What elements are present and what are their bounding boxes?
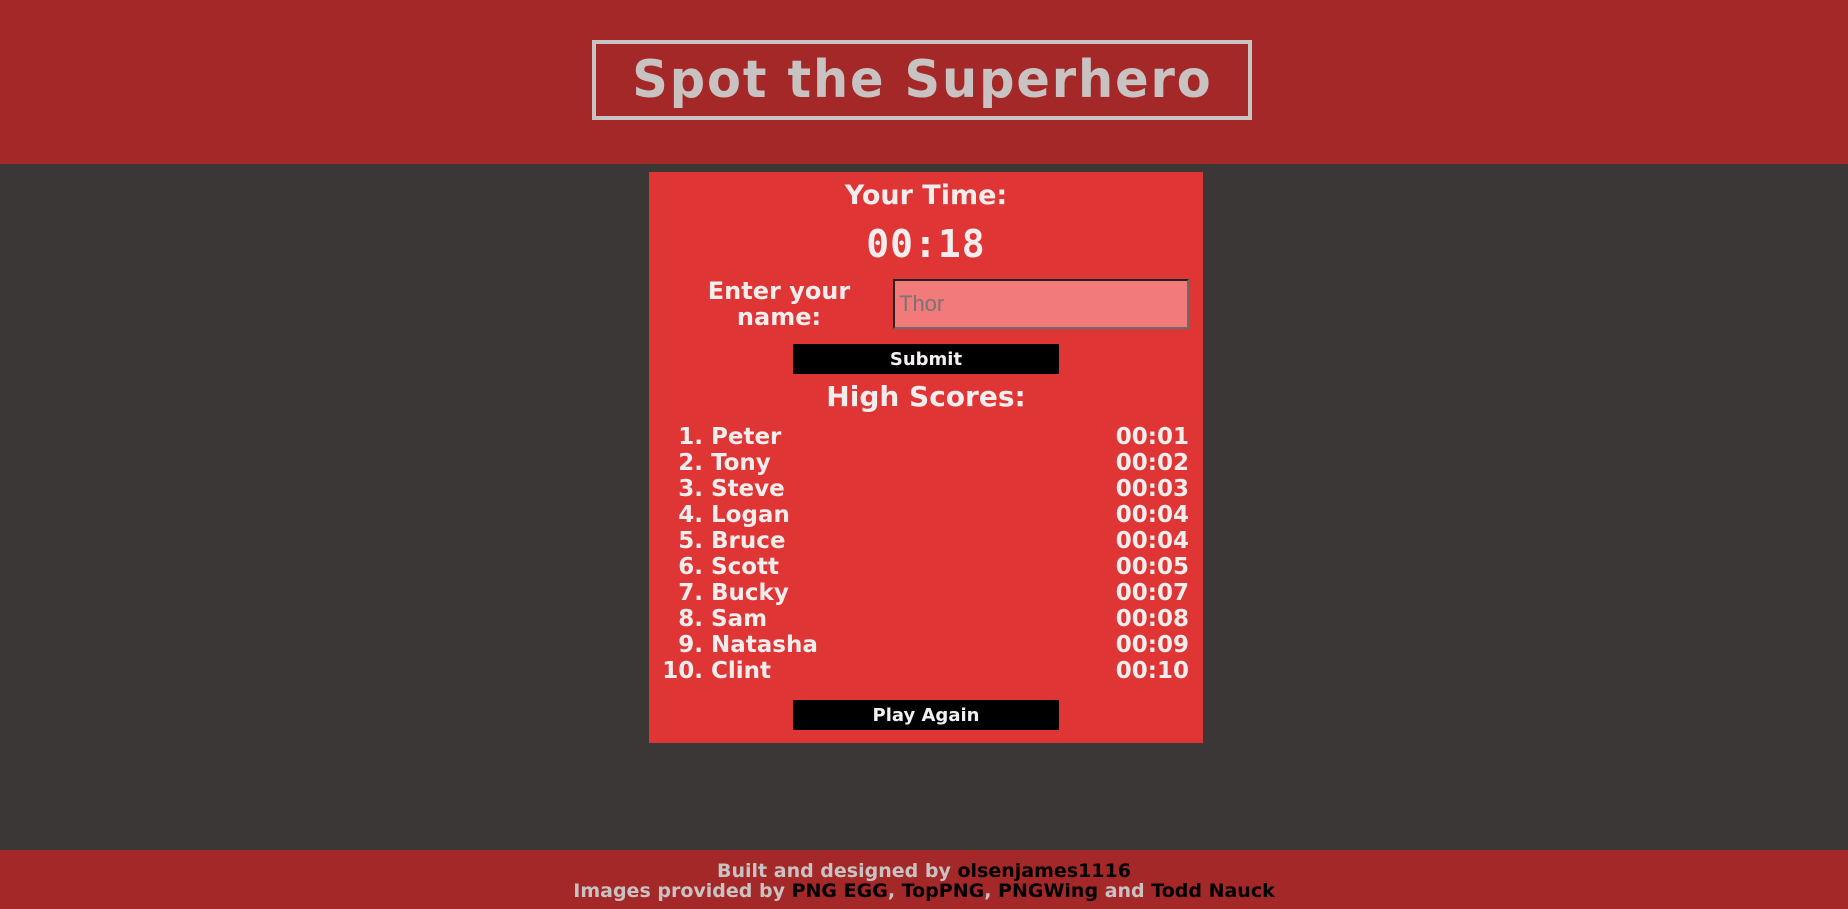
- submit-button[interactable]: Submit: [793, 344, 1059, 374]
- score-rank: 4.: [678, 502, 703, 528]
- images-text: Images provided by: [573, 880, 785, 902]
- score-time: 00:09: [1115, 632, 1189, 658]
- toppng-link[interactable]: TopPNG: [902, 880, 985, 902]
- pngwing-link[interactable]: PNGWing: [998, 880, 1098, 902]
- list-item: 1. Peter 00:01: [649, 424, 1203, 450]
- score-name: Peter: [711, 424, 782, 450]
- score-name: Steve: [711, 476, 785, 502]
- list-item: 2. Tony 00:02: [649, 450, 1203, 476]
- list-item: 9. Natasha 00:09: [649, 632, 1203, 658]
- comma-separator: ,: [887, 880, 896, 902]
- score-rank: 2.: [678, 450, 703, 476]
- todd-nauck-link[interactable]: Todd Nauck: [1151, 880, 1274, 902]
- score-time: 00:03: [1115, 476, 1189, 502]
- score-rank: 6.: [678, 554, 703, 580]
- list-item: 7. Bucky 00:07: [649, 580, 1203, 606]
- score-time: 00:04: [1115, 528, 1189, 554]
- score-panel: Your Time: 00:18 Enter your name: Submit…: [649, 172, 1203, 743]
- header: Spot the Superhero: [0, 0, 1848, 164]
- score-rank: 7.: [678, 580, 703, 606]
- footer-credit-line: Built and designed by olsenjames1116: [0, 861, 1848, 881]
- png-egg-link[interactable]: PNG EGG: [792, 880, 888, 902]
- score-rank: 8.: [678, 606, 703, 632]
- footer: Built and designed by olsenjames1116 Ima…: [0, 850, 1848, 909]
- list-item: 6. Scott 00:05: [649, 554, 1203, 580]
- list-item: 3. Steve 00:03: [649, 476, 1203, 502]
- score-name: Tony: [711, 450, 771, 476]
- title-frame: Spot the Superhero: [592, 40, 1252, 120]
- score-time: 00:10: [1115, 658, 1189, 684]
- score-time: 00:08: [1115, 606, 1189, 632]
- score-rank: 9.: [678, 632, 703, 658]
- score-time: 00:07: [1115, 580, 1189, 606]
- score-name: Logan: [711, 502, 790, 528]
- score-rank: 10.: [662, 658, 703, 684]
- and-text: and: [1104, 880, 1145, 902]
- built-by-text: Built and designed by: [717, 860, 951, 882]
- your-time-label: Your Time:: [844, 180, 1008, 211]
- score-rank: 1.: [678, 424, 703, 450]
- high-scores-title: High Scores:: [826, 380, 1026, 413]
- score-time: 00:04: [1115, 502, 1189, 528]
- list-item: 5. Bruce 00:04: [649, 528, 1203, 554]
- score-name: Scott: [711, 554, 779, 580]
- score-time: 00:01: [1115, 424, 1189, 450]
- author-link[interactable]: olsenjames1116: [957, 860, 1131, 882]
- name-label: Enter your name:: [707, 277, 851, 331]
- list-item: 10. Clint 00:10: [649, 658, 1203, 684]
- time-value: 00:18: [866, 222, 986, 266]
- score-name: Natasha: [711, 632, 818, 658]
- score-time: 00:05: [1115, 554, 1189, 580]
- score-name: Clint: [711, 658, 772, 684]
- footer-images-line: Images provided by PNG EGG, TopPNG, PNGW…: [0, 881, 1848, 901]
- list-item: 4. Logan 00:04: [649, 502, 1203, 528]
- score-rank: 3.: [678, 476, 703, 502]
- score-name: Sam: [711, 606, 768, 632]
- high-scores-list: 1. Peter 00:01 2. Tony 00:02 3. Steve 00…: [649, 424, 1203, 684]
- play-again-button[interactable]: Play Again: [793, 700, 1059, 730]
- name-input[interactable]: [893, 279, 1189, 329]
- score-time: 00:02: [1115, 450, 1189, 476]
- score-name: Bruce: [711, 528, 786, 554]
- comma-separator: ,: [984, 880, 992, 902]
- page-title: Spot the Superhero: [631, 50, 1213, 110]
- score-rank: 5.: [678, 528, 703, 554]
- list-item: 8. Sam 00:08: [649, 606, 1203, 632]
- score-name: Bucky: [711, 580, 789, 606]
